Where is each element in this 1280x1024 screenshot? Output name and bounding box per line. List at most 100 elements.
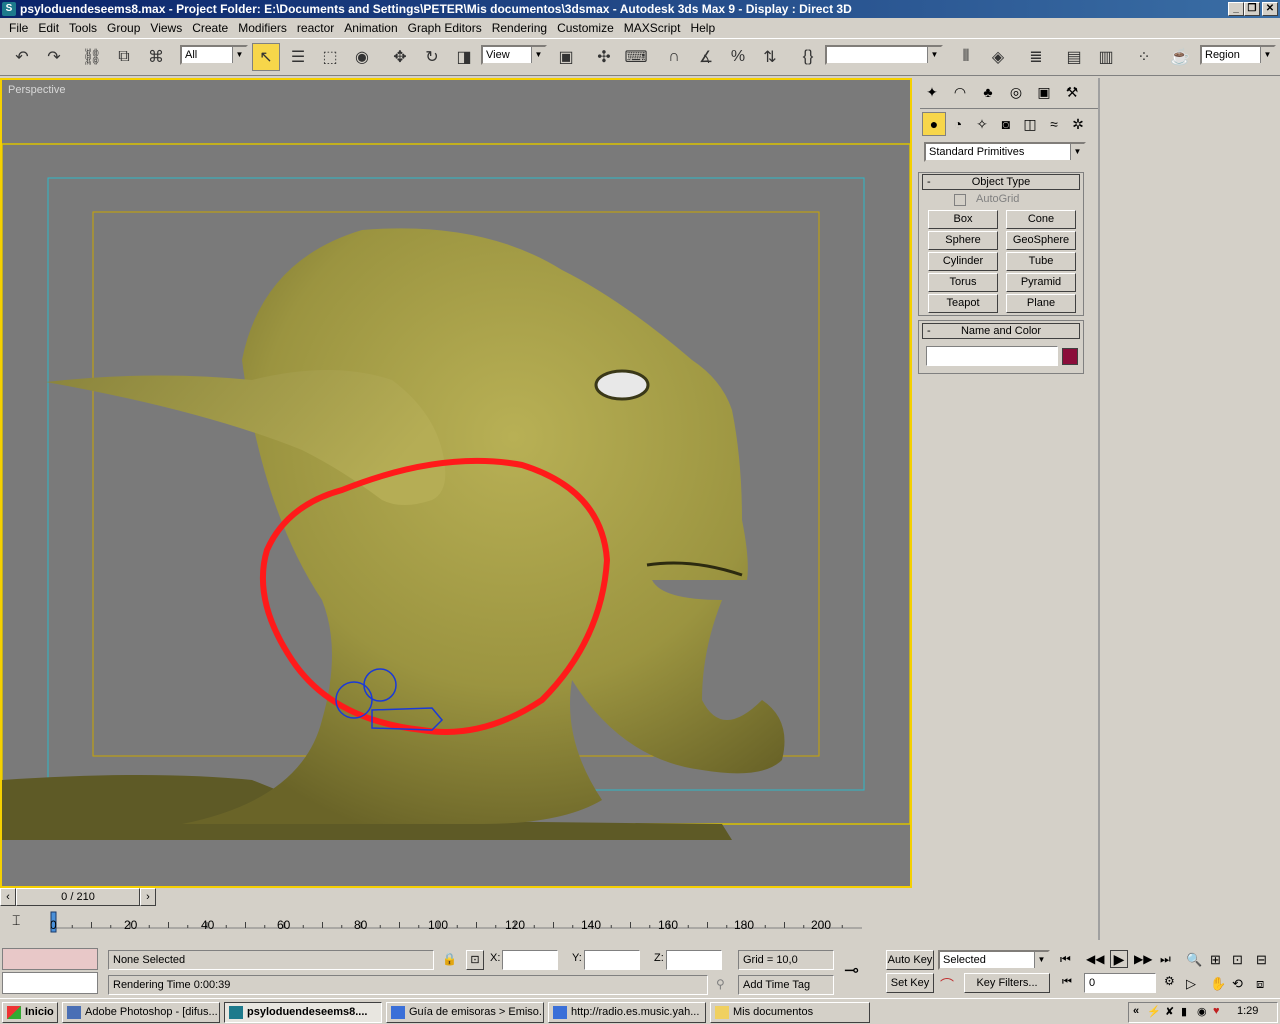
display-tab-icon[interactable]: ▣ [1032, 80, 1056, 104]
key-filters-button[interactable]: Key Filters... [964, 973, 1050, 993]
goto-end-icon[interactable]: ⏭ [1160, 952, 1171, 967]
pivot-center-icon[interactable]: ▣ [552, 43, 580, 71]
zoom-extents-all-icon[interactable]: ⊟ [1256, 952, 1267, 968]
prev-frame-icon[interactable]: ◀◀ [1086, 952, 1104, 966]
selection-filter-dropdown[interactable]: All ▼ [180, 45, 248, 65]
maximize-viewport-icon[interactable]: ⧈ [1256, 976, 1264, 992]
field-of-view-icon[interactable]: ▷ [1186, 976, 1196, 992]
minimize-button[interactable]: _ [1228, 2, 1244, 16]
redo-icon[interactable]: ↷ [40, 43, 68, 71]
next-frame-icon[interactable]: ▶▶ [1134, 952, 1152, 966]
mirror-icon[interactable]: ⫴ [952, 43, 980, 71]
tray-chevron[interactable]: « [1133, 1005, 1139, 1017]
sphere-button[interactable]: Sphere [928, 231, 998, 250]
render-scene-icon[interactable]: ☕ [1166, 43, 1194, 71]
curve-editor-icon[interactable]: ▤ [1060, 43, 1088, 71]
hierarchy-tab-icon[interactable]: ♣ [976, 80, 1000, 104]
auto-key-button[interactable]: Auto Key [886, 950, 934, 970]
menu-edit[interactable]: Edit [33, 21, 64, 35]
antivirus-icon[interactable]: ♥ [1213, 1005, 1220, 1017]
rotate-icon[interactable]: ↻ [418, 43, 446, 71]
menu-modifiers[interactable]: Modifiers [233, 21, 292, 35]
teapot-button[interactable]: Teapot [928, 294, 998, 313]
undo-icon[interactable]: ↶ [8, 43, 36, 71]
layer-manager-icon[interactable]: ≣ [1022, 43, 1050, 71]
trackbar[interactable]: ⌶ 0 20 40 60 80 100 120 140 160 180 200 [0, 908, 912, 944]
tray-app-icon[interactable]: ✘ [1165, 1005, 1174, 1018]
angle-snap-icon[interactable]: ∡ [692, 43, 720, 71]
menu-reactor[interactable]: reactor [292, 21, 339, 35]
maxscript-listener-pink[interactable] [2, 948, 98, 970]
move-icon[interactable]: ✥ [386, 43, 414, 71]
schematic-view-icon[interactable]: ▥ [1092, 43, 1120, 71]
menu-tools[interactable]: Tools [64, 21, 102, 35]
y-coordinate-field[interactable] [584, 950, 640, 970]
zoom-all-icon[interactable]: ⊞ [1210, 952, 1221, 968]
cone-button[interactable]: Cone [1006, 210, 1076, 229]
time-tag-icon[interactable]: ⚲ [716, 977, 725, 991]
lights-icon[interactable]: ✧ [970, 112, 994, 136]
arc-rotate-icon[interactable]: ⟲ [1232, 976, 1243, 992]
modify-tab-icon[interactable]: ◠ [948, 80, 972, 104]
security-icon[interactable]: ▮ [1181, 1005, 1187, 1018]
clock[interactable]: 1:29 [1237, 1005, 1258, 1017]
time-configuration-icon[interactable]: ⚙ [1164, 974, 1175, 988]
zoom-extents-icon[interactable]: ⊡ [1232, 952, 1243, 968]
default-in-out-tangent-icon[interactable]: ⌒ [940, 975, 954, 995]
plane-button[interactable]: Plane [1006, 294, 1076, 313]
lock-icon[interactable]: 🔒 [442, 952, 457, 966]
bind-space-warp-icon[interactable]: ⌘ [142, 43, 170, 71]
box-button[interactable]: Box [928, 210, 998, 229]
create-tab-icon[interactable]: ✦ [920, 80, 944, 104]
menu-help[interactable]: Help [685, 21, 720, 35]
cameras-icon[interactable]: ◙ [994, 112, 1018, 136]
object-category-dropdown[interactable]: Standard Primitives ▼ [924, 142, 1086, 162]
edit-named-selection-icon[interactable]: {} [794, 43, 822, 71]
spinner-snap-icon[interactable]: ⇅ [756, 43, 784, 71]
time-slider-thumb[interactable]: 0 / 210 [16, 888, 140, 906]
menu-create[interactable]: Create [187, 21, 233, 35]
material-editor-icon[interactable]: ⁘ [1130, 43, 1158, 71]
menu-maxscript[interactable]: MAXScript [619, 21, 686, 35]
key-mode-toggle-icon[interactable]: ⏮ [1062, 976, 1072, 989]
play-icon[interactable]: ▶ [1110, 950, 1128, 968]
geometry-icon[interactable]: ● [922, 112, 946, 136]
menu-graph-editors[interactable]: Graph Editors [403, 21, 487, 35]
menu-rendering[interactable]: Rendering [487, 21, 552, 35]
select-link-icon[interactable]: ⛓ [78, 43, 106, 71]
unlink-icon[interactable]: ⧉ [110, 43, 138, 71]
key-mode-dropdown[interactable]: Selected ▼ [938, 950, 1050, 970]
select-object-icon[interactable]: ↖ [252, 43, 280, 71]
scale-icon[interactable]: ◨ [450, 43, 478, 71]
task-3dsmax[interactable]: psyloduendeseems8.... [224, 1002, 382, 1023]
curve-editor-toggle-icon[interactable]: ⌶ [12, 912, 20, 929]
task-radio-yahoo[interactable]: http://radio.es.music.yah... [548, 1002, 706, 1023]
volume-icon[interactable]: ◉ [1197, 1005, 1207, 1018]
reference-coordinate-dropdown[interactable]: View ▼ [481, 45, 547, 65]
next-frame-arrow[interactable]: › [140, 888, 156, 906]
set-key-icon[interactable]: ⊸ [844, 960, 859, 981]
tube-button[interactable]: Tube [1006, 252, 1076, 271]
x-coordinate-field[interactable] [502, 950, 558, 970]
absolute-mode-icon[interactable]: ⊡ [466, 950, 484, 970]
pan-icon[interactable]: ✋ [1210, 976, 1226, 992]
torus-button[interactable]: Torus [928, 273, 998, 292]
task-mis-documentos[interactable]: Mis documentos [710, 1002, 870, 1023]
close-button[interactable]: ✕ [1262, 2, 1278, 16]
systems-icon[interactable]: ✲ [1066, 112, 1090, 136]
pyramid-button[interactable]: Pyramid [1006, 273, 1076, 292]
geosphere-button[interactable]: GeoSphere [1006, 231, 1076, 250]
rectangular-selection-icon[interactable]: ⬚ [316, 43, 344, 71]
goto-start-icon[interactable]: ⏮ [1060, 952, 1071, 967]
space-warps-icon[interactable]: ≈ [1042, 112, 1066, 136]
render-type-dropdown[interactable]: Region ▼ [1200, 45, 1276, 65]
object-type-header[interactable]: - Object Type [922, 174, 1080, 190]
name-color-header[interactable]: - Name and Color [922, 323, 1080, 339]
helpers-icon[interactable]: ◫ [1018, 112, 1042, 136]
start-button[interactable]: Inicio [2, 1002, 58, 1023]
task-guia-emisoras[interactable]: Guía de emisoras > Emiso... [386, 1002, 544, 1023]
perspective-viewport[interactable]: Perspective [0, 78, 912, 888]
menu-file[interactable]: File [4, 21, 33, 35]
keyboard-shortcut-override-icon[interactable]: ⌨ [622, 43, 650, 71]
snaps-toggle-icon[interactable]: ∩ [660, 43, 688, 71]
